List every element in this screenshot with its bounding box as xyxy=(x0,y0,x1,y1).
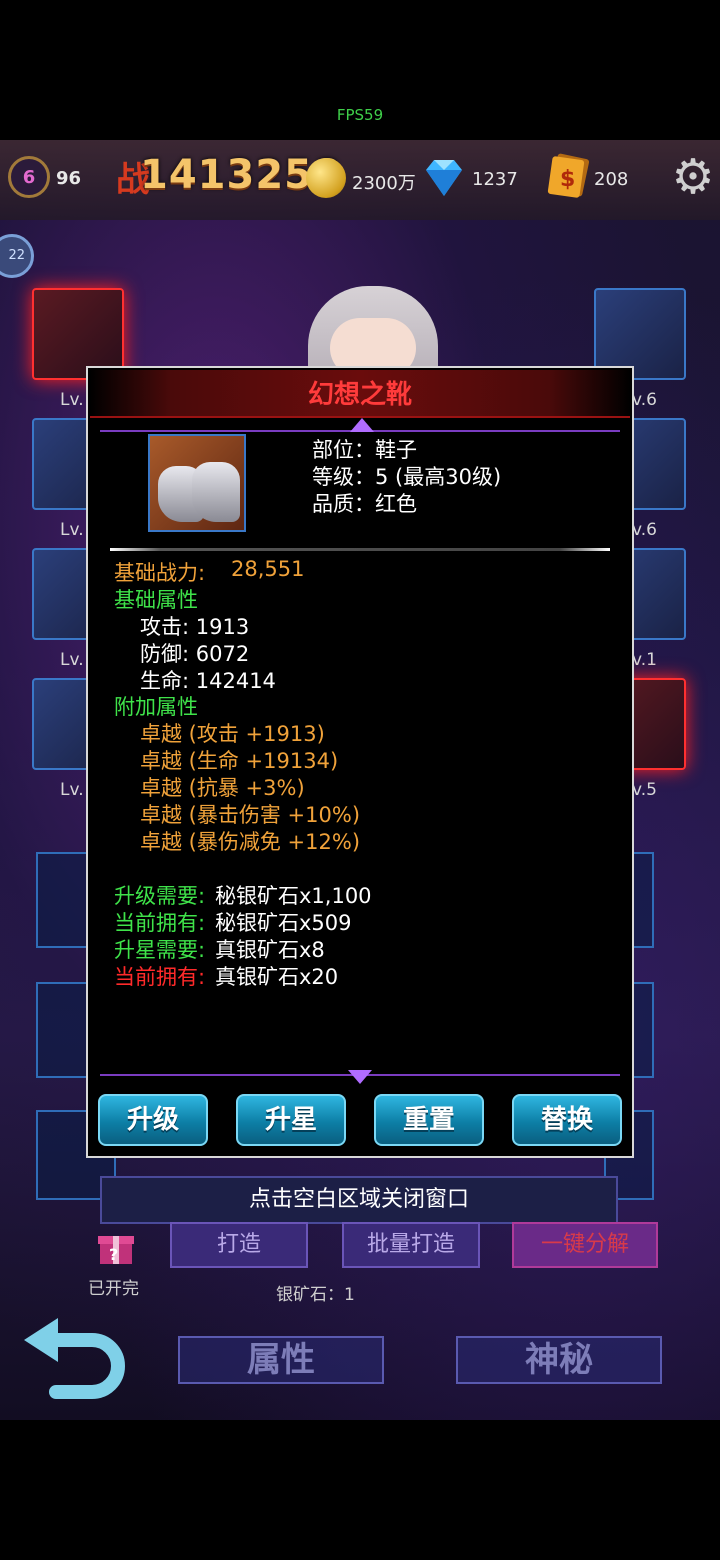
base-attr-title: 基础属性 xyxy=(114,588,198,612)
forge-button[interactable]: 打造 xyxy=(170,1222,308,1268)
tab-mystery[interactable]: 神秘 xyxy=(456,1336,662,1384)
svg-text:?: ? xyxy=(109,1245,118,1264)
close-hint-bar[interactable]: 点击空白区域关闭窗口 xyxy=(100,1176,618,1224)
item-name: 幻想之靴 xyxy=(307,380,412,410)
upgrade-owned-value: 秘银矿石x509 xyxy=(215,911,352,935)
upgrade-need-label: 升级需要: xyxy=(114,884,206,908)
one-key-decompose-button[interactable]: 一键分解 xyxy=(512,1222,658,1268)
tab-attributes[interactable]: 属性 xyxy=(178,1336,384,1384)
coin-amount: 2300万 xyxy=(352,173,416,194)
gift-label: 已开完 xyxy=(88,1279,139,1299)
slot-level-label: v.1 xyxy=(632,650,657,670)
slot-level-label: Lv. xyxy=(60,780,84,800)
coin-icon xyxy=(306,158,346,198)
extra-attr-line: 卓越 (抗暴 +3%) xyxy=(140,776,305,800)
item-slot-info: 部位：鞋子 xyxy=(312,438,417,462)
item-quality-info: 品质：红色 xyxy=(312,492,417,516)
extra-attr-line: 卓越 (暴击伤害 +10%) xyxy=(140,803,361,827)
gem-amount: 1237 xyxy=(472,169,518,190)
boots-icon xyxy=(148,434,246,532)
slot-level-label: v.5 xyxy=(632,780,657,800)
base-attr-line: 攻击: 1913 xyxy=(140,615,250,639)
star-need-label: 升星需要: xyxy=(114,938,206,962)
slot-level-label: Lv. xyxy=(60,650,84,670)
extra-attr-title: 附加属性 xyxy=(114,695,198,719)
base-power-value: 28,551 xyxy=(231,557,305,581)
level-badge-icon[interactable]: 6 xyxy=(8,156,50,198)
triangle-up-icon xyxy=(350,418,374,432)
upgrade-button[interactable]: 升级 xyxy=(98,1094,208,1146)
batch-forge-button[interactable]: 批量打造 xyxy=(342,1222,480,1268)
base-attr-line: 防御: 6072 xyxy=(140,642,250,666)
extra-attr-line: 卓越 (生命 +19134) xyxy=(140,749,339,773)
cash-amount: 208 xyxy=(594,169,629,190)
silver-ore-count: 银矿石：1 xyxy=(276,1285,355,1305)
gear-icon[interactable]: ⚙ xyxy=(668,152,718,202)
star-owned-value: 真银矿石x20 xyxy=(215,965,339,989)
item-level-info: 等级：5 (最高30级) xyxy=(312,465,502,489)
slot-level-label: Lv. xyxy=(60,390,84,410)
level-number: 6 xyxy=(22,166,36,188)
slot-level-label: v.6 xyxy=(632,520,657,540)
svg-text:$: $ xyxy=(560,167,575,192)
reset-button[interactable]: 重置 xyxy=(374,1094,484,1146)
cash-card-icon: $ xyxy=(547,153,590,198)
fps-counter: FPS59 xyxy=(336,106,384,124)
extra-attr-line: 卓越 (攻击 +1913) xyxy=(140,722,325,746)
diamond-icon xyxy=(426,160,462,196)
extra-attr-line: 卓越 (暴伤减免 +12%) xyxy=(140,830,361,854)
star-need-value: 真银矿石x8 xyxy=(215,938,325,962)
replace-button[interactable]: 替换 xyxy=(512,1094,622,1146)
divider xyxy=(110,548,610,551)
gift-icon[interactable]: ? xyxy=(96,1226,136,1266)
base-power-label: 基础战力: xyxy=(114,561,206,585)
star-up-button[interactable]: 升星 xyxy=(236,1094,346,1146)
upgrade-need-value: 秘银矿石x1,100 xyxy=(215,884,372,908)
back-arrow-icon[interactable] xyxy=(22,1316,126,1402)
star-owned-label: 当前拥有: xyxy=(114,965,206,989)
slot-level-label: v.6 xyxy=(632,390,657,410)
upgrade-owned-label: 当前拥有: xyxy=(114,911,206,935)
level-sub-value: 96 xyxy=(56,168,82,189)
slot-level-label: Lv. xyxy=(60,520,84,540)
triangle-down-icon xyxy=(348,1070,372,1084)
